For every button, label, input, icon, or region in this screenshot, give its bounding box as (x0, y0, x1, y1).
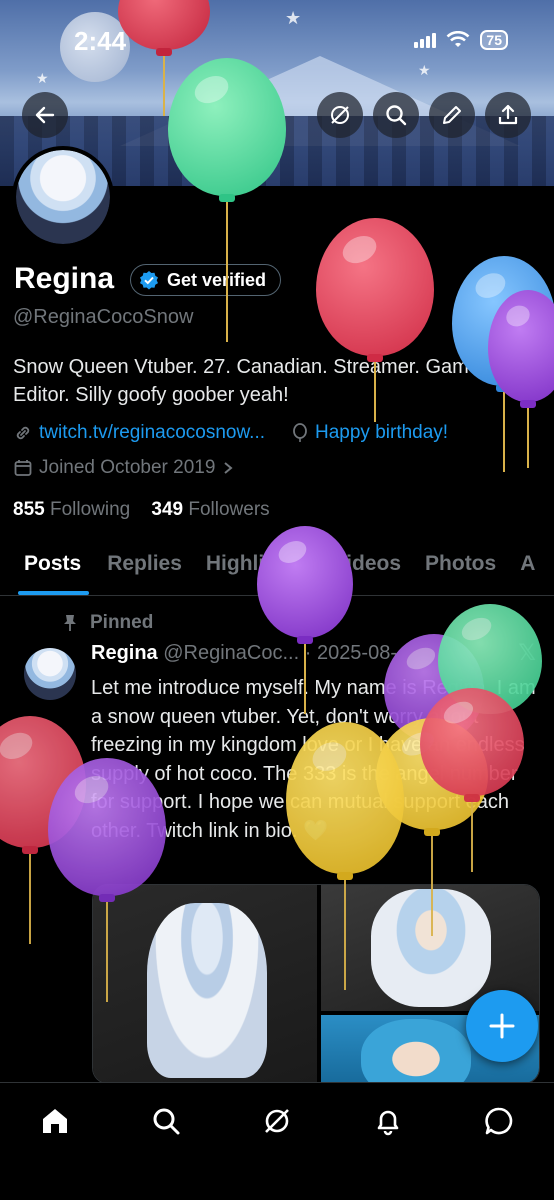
grok-icon (331, 106, 349, 124)
post-author[interactable]: Regina (91, 642, 158, 664)
verified-badge-icon (140, 271, 158, 290)
search-icon (386, 105, 407, 126)
follow-counts: 855 Following 349 Followers (13, 499, 270, 521)
edit-button[interactable] (429, 92, 475, 138)
search-button[interactable] (373, 92, 419, 138)
calendar-icon (14, 460, 32, 476)
wifi-icon (447, 31, 470, 47)
notifications-icon (377, 1110, 399, 1136)
back-arrow-icon (35, 106, 55, 124)
nav-notifications[interactable] (368, 1101, 408, 1141)
following-link[interactable]: 855 Following (13, 499, 130, 520)
nav-home[interactable] (35, 1101, 75, 1141)
tab-posts[interactable]: Posts (0, 540, 95, 595)
battery-indicator: 75 (480, 30, 508, 50)
back-button[interactable] (22, 92, 68, 138)
chevron-right-icon[interactable] (221, 460, 235, 476)
tab-replies[interactable]: Replies (95, 540, 194, 595)
pinned-indicator: Pinned (62, 612, 153, 634)
grok-button[interactable] (317, 92, 363, 138)
balloon-decoration (0, 716, 86, 944)
post-header: Regina @ReginaCoc... · 2025-08- (91, 642, 397, 665)
post-media-grid[interactable] (92, 884, 540, 1084)
messages-icon (485, 1107, 513, 1135)
compose-button[interactable] (466, 990, 538, 1062)
bio-line: Snow Queen Vtuber. 27. Canadian. Streame… (13, 356, 492, 378)
get-verified-button[interactable]: Get verified (130, 264, 282, 296)
edit-icon (443, 106, 461, 124)
share-icon (498, 104, 518, 125)
post-image[interactable] (93, 885, 317, 1083)
status-bar: 2:44 75 (0, 0, 554, 80)
tab-highlights[interactable]: Highlights (194, 540, 321, 595)
followers-link[interactable]: 349 Followers (151, 499, 269, 520)
post-handle-date: @ReginaCoc... · 2025-08- (163, 642, 397, 664)
post-text[interactable]: Let me introduce myself. My name is Regi… (91, 674, 541, 845)
post-avatar[interactable] (24, 648, 76, 700)
profile-avatar[interactable] (12, 146, 114, 248)
balloon-icon (293, 423, 307, 442)
tab-more[interactable]: A (508, 540, 547, 595)
status-time: 2:44 (74, 26, 127, 56)
grok-icon (265, 1109, 289, 1133)
plus-icon (489, 1013, 515, 1039)
pinned-label: Pinned (90, 612, 154, 633)
profile-link[interactable]: twitch.tv/reginacocosnow... (39, 422, 265, 444)
search-icon (153, 1108, 180, 1135)
home-icon (43, 1109, 67, 1133)
profile-tabs: Posts Replies Highlights Videos Photos A (0, 540, 554, 596)
joined-row: Joined October 2019 (13, 457, 235, 479)
get-verified-label: Get verified (167, 269, 267, 290)
pin-icon (64, 615, 76, 631)
tab-videos[interactable]: Videos (321, 540, 413, 595)
nav-grok[interactable] (257, 1101, 297, 1141)
x-logo-icon: 𝕏 (518, 640, 536, 665)
tab-photos[interactable]: Photos (413, 540, 508, 595)
nav-messages[interactable] (479, 1101, 519, 1141)
birthday-text[interactable]: Happy birthday! (315, 422, 448, 444)
bio-line: Editor. Silly goofy goober yeah! (13, 384, 289, 406)
share-button[interactable] (485, 92, 531, 138)
balloon-decoration (316, 218, 434, 422)
profile-name: Regina (14, 262, 115, 295)
profile-handle: @ReginaCocoSnow (13, 306, 194, 328)
joined-date: Joined October 2019 (39, 457, 216, 478)
profile-meta-row: twitch.tv/reginacocosnow... Happy birthd… (13, 422, 448, 444)
nav-search[interactable] (146, 1101, 186, 1141)
bottom-navigation (0, 1082, 554, 1200)
profile-bio: Snow Queen Vtuber. 27. Canadian. Streame… (13, 353, 543, 409)
link-icon (16, 426, 30, 440)
cellular-signal-icon (414, 32, 437, 48)
